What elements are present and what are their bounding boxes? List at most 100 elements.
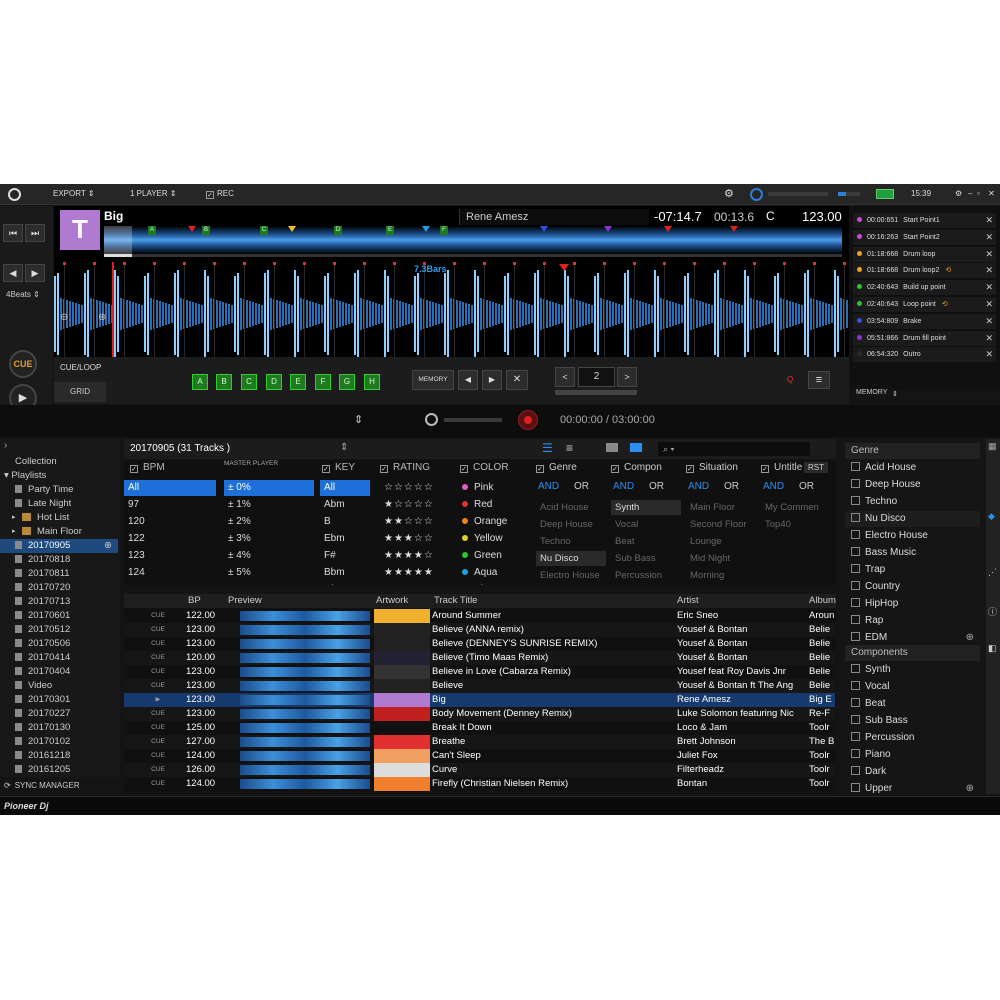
delete-icon[interactable]: ✕ <box>985 213 993 228</box>
component-tag-item[interactable]: Synth <box>845 662 980 678</box>
table-row[interactable]: CUE 120.00 Believe (Timo Maas Remix) Yousef… <box>124 651 835 665</box>
delete-memory-button[interactable]: ✕ <box>506 370 528 390</box>
rating-filter-item[interactable]: ★☆☆☆☆ <box>380 497 454 513</box>
genre-checkbox[interactable] <box>851 479 860 488</box>
master-range-item[interactable]: ± 4% <box>224 548 314 564</box>
key-filter-item[interactable]: All <box>320 480 370 496</box>
add-icon[interactable]: ⊕ <box>966 630 974 646</box>
table-row[interactable]: CUE 126.00 Curve Filterheadz Toolr <box>124 763 835 777</box>
master-volume-knob[interactable] <box>750 188 763 201</box>
genre-tag[interactable]: Techno <box>536 534 606 549</box>
bpm-filter-item[interactable]: 123 <box>124 548 216 564</box>
table-row[interactable]: CUE 124.00 Firefly (Christian Nielsen Remi… <box>124 777 835 791</box>
table-row[interactable]: CUE 125.00 Break It Down Loco & Jam Toolr <box>124 721 835 735</box>
component-tag-item[interactable]: Percussion <box>845 730 980 746</box>
rating-filter-item[interactable]: ★★★☆☆ <box>380 531 454 547</box>
cue-point-row[interactable]: 01:18:668 Drum loop2 ⟲ ✕ <box>853 263 996 279</box>
share-icon[interactable]: ⋰ <box>988 567 997 578</box>
genre-tag-item[interactable]: Acid House <box>845 460 980 476</box>
genre-checkbox[interactable] <box>851 513 860 522</box>
situation-filter-header[interactable]: ✓ Situation <box>686 462 738 473</box>
preview-waveform[interactable] <box>240 667 370 677</box>
cue-point-row[interactable]: 06:54:320 Outro ✕ <box>853 347 996 363</box>
genre-checkbox[interactable] <box>851 462 860 471</box>
component-tag[interactable]: Synth <box>611 500 681 515</box>
sort-icon[interactable]: ⇕ <box>892 390 898 398</box>
artist-column-header[interactable]: Artist <box>677 595 699 606</box>
preview-waveform[interactable] <box>240 653 370 663</box>
sidebar-item-playlist[interactable]: 20170404 <box>0 665 118 679</box>
album-column-header[interactable]: Album <box>809 595 836 606</box>
genre-checkbox[interactable] <box>851 530 860 539</box>
delete-icon[interactable]: ✕ <box>985 331 993 346</box>
genre-checkbox[interactable] <box>851 496 860 505</box>
situation-tag[interactable]: Morning <box>686 568 756 583</box>
component-tag-item[interactable]: Upper ⊕ <box>845 781 980 797</box>
cue-point-row[interactable]: 02:40:643 Build up point ✕ <box>853 280 996 296</box>
sidebar-item-playlist[interactable]: 20161218 <box>0 749 118 763</box>
genre-tag-item[interactable]: Country <box>845 579 980 595</box>
situation-tag[interactable]: Lounge <box>686 534 756 549</box>
preview-waveform[interactable] <box>240 779 370 789</box>
sidebar-item-playlist[interactable]: 20170130 <box>0 721 118 735</box>
or-toggle[interactable]: OR <box>649 481 664 492</box>
color-filter-item[interactable]: Yellow <box>458 531 524 547</box>
zoom-waveform[interactable]: 7.3Bars ⊖ ⊕ <box>54 262 849 366</box>
up-down-icon[interactable]: ⇕ <box>340 442 348 453</box>
sidebar-item-playlist[interactable]: 20170102 <box>0 735 118 749</box>
and-toggle[interactable]: AND <box>538 481 559 492</box>
key-filter-item[interactable]: B <box>320 514 370 530</box>
track-forward-button[interactable]: ⏭ <box>25 224 45 242</box>
delete-icon[interactable]: ✕ <box>985 263 993 278</box>
component-checkbox[interactable] <box>851 783 860 792</box>
genre-checkbox[interactable] <box>851 632 860 641</box>
preview-waveform[interactable] <box>240 695 370 705</box>
or-toggle[interactable]: OR <box>724 481 739 492</box>
genre-tag-item[interactable]: HipHop <box>845 596 980 612</box>
preview-waveform[interactable] <box>240 765 370 775</box>
preview-column-header[interactable]: Preview <box>228 595 262 606</box>
color-filter-item[interactable]: Orange <box>458 514 524 530</box>
grid-tab[interactable]: GRID <box>54 382 106 402</box>
or-toggle[interactable]: OR <box>799 481 814 492</box>
bpm-filter-header[interactable]: ✓ BPM <box>130 462 165 473</box>
filter-checkbox[interactable]: ✓ <box>611 465 619 473</box>
table-row[interactable]: CUE 127.00 Breathe Brett Johnson The B <box>124 735 835 749</box>
rating-filter-item[interactable]: ★★☆☆☆ <box>380 514 454 530</box>
genre-checkbox[interactable] <box>851 615 860 624</box>
component-checkbox[interactable] <box>851 732 860 741</box>
list-view-icon[interactable]: ☰ <box>542 441 553 455</box>
key-filter-item[interactable]: Abm <box>320 497 370 513</box>
genre-checkbox[interactable] <box>851 564 860 573</box>
rating-filter-item[interactable]: ☆☆☆☆☆ <box>380 480 454 496</box>
key-filter-item[interactable]: Ebm <box>320 531 370 547</box>
filter-checkbox[interactable]: ✓ <box>686 465 694 473</box>
cue-point-row[interactable]: 00:00:651 Start Point1 ✕ <box>853 213 996 228</box>
cue-point-row[interactable]: 05:51:866 Drum fill point ✕ <box>853 330 996 346</box>
hot-cue-h-button[interactable]: H <box>364 374 380 390</box>
delete-icon[interactable]: ✕ <box>985 297 993 312</box>
collapse-icon[interactable]: › <box>4 440 7 451</box>
beat-forward-button[interactable]: ▶ <box>25 264 45 282</box>
component-tag-item[interactable]: Sub Bass <box>845 713 980 729</box>
memory-button[interactable]: MEMORY <box>412 370 454 390</box>
master-range-item[interactable]: ± 2% <box>224 514 314 530</box>
table-row[interactable]: CUE 123.00 Believe in Love (Cabarza Remix)… <box>124 665 835 679</box>
subpanel-icon[interactable]: ◧ <box>988 643 997 654</box>
genre-tag[interactable]: Electro House <box>536 568 606 583</box>
component-checkbox[interactable] <box>851 715 860 724</box>
hot-cue-c-button[interactable]: C <box>241 374 257 390</box>
delete-icon[interactable]: ✕ <box>985 247 993 262</box>
sidebar-item-playlist[interactable]: 20170512 <box>0 623 118 637</box>
hot-cue-g-button[interactable]: G <box>339 374 355 390</box>
sidebar-collection[interactable]: Collection <box>0 455 118 469</box>
preview-waveform[interactable] <box>240 639 370 649</box>
bpm-filter-item[interactable]: 125 <box>124 582 216 585</box>
delete-icon[interactable]: ✕ <box>985 230 993 245</box>
component-filter-header[interactable]: ✓ Compon <box>611 462 662 473</box>
component-checkbox[interactable] <box>851 698 860 707</box>
hot-cue-d-button[interactable]: D <box>266 374 282 390</box>
untitled-filter-header[interactable]: ✓ Untitle <box>761 462 802 473</box>
detail-view-icon[interactable]: ≡ <box>566 441 573 455</box>
master-range-item[interactable]: ± 0% <box>224 480 314 496</box>
